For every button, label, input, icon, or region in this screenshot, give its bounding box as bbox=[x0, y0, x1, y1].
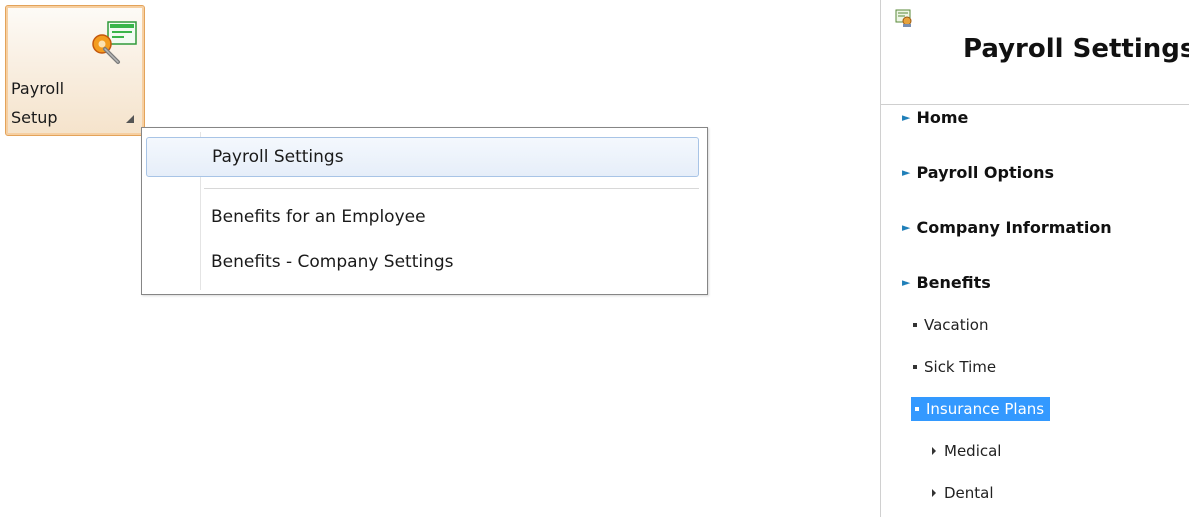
menu-separator bbox=[204, 188, 699, 189]
menu-item-label: Benefits for an Employee bbox=[211, 207, 426, 227]
chevron-right-icon: ► bbox=[902, 221, 911, 234]
nav-item-label: Sick Time bbox=[924, 358, 997, 376]
nav-item-label: Insurance Plans bbox=[926, 400, 1045, 418]
payroll-setup-menu: Payroll Settings Benefits for an Employe… bbox=[141, 127, 708, 295]
nav-item-vacation[interactable]: Vacation bbox=[913, 316, 988, 334]
nav-item-label: Home bbox=[916, 108, 969, 127]
menu-item-payroll-settings[interactable]: Payroll Settings bbox=[146, 137, 699, 177]
payroll-settings-panel: Payroll Settings ► Home ► Payroll Option… bbox=[880, 0, 1189, 517]
payroll-settings-icon bbox=[895, 9, 912, 27]
menu-item-label: Benefits - Company Settings bbox=[211, 252, 454, 272]
nav-item-label: Payroll Options bbox=[916, 163, 1055, 182]
bullet-icon bbox=[915, 407, 919, 411]
menu-item-benefits-company[interactable]: Benefits - Company Settings bbox=[146, 242, 699, 282]
bullet-icon bbox=[913, 365, 917, 369]
nav-item-dental[interactable]: Dental bbox=[932, 484, 994, 502]
nav-item-home[interactable]: ► Home bbox=[902, 108, 968, 127]
ribbon-label-line1: Payroll bbox=[11, 79, 65, 98]
payroll-setup-icon bbox=[92, 21, 137, 64]
nav-item-label: Dental bbox=[944, 484, 994, 502]
dropdown-arrow-icon bbox=[126, 115, 134, 123]
nav-item-insurance-plans[interactable]: Insurance Plans bbox=[911, 397, 1051, 421]
panel-title: Payroll Settings bbox=[963, 34, 1189, 64]
nav-item-sick-time[interactable]: Sick Time bbox=[913, 358, 996, 376]
chevron-right-icon: ► bbox=[902, 166, 911, 179]
triangle-right-icon bbox=[932, 489, 936, 497]
bullet-icon bbox=[913, 323, 917, 327]
chevron-right-icon: ► bbox=[902, 276, 911, 289]
menu-item-benefits-employee[interactable]: Benefits for an Employee bbox=[146, 197, 699, 237]
nav-item-payroll-options[interactable]: ► Payroll Options bbox=[902, 163, 1054, 182]
nav-item-label: Benefits bbox=[916, 273, 991, 292]
nav-item-label: Medical bbox=[944, 442, 1002, 460]
chevron-right-icon: ► bbox=[902, 111, 911, 124]
nav-item-company-information[interactable]: ► Company Information bbox=[902, 218, 1112, 237]
panel-header: Payroll Settings bbox=[881, 0, 1189, 105]
nav-item-benefits[interactable]: ► Benefits bbox=[902, 273, 991, 292]
menu-item-label: Payroll Settings bbox=[212, 147, 344, 167]
triangle-right-icon bbox=[932, 447, 936, 455]
payroll-setup-button[interactable]: Payroll Setup bbox=[5, 5, 145, 136]
nav-item-label: Company Information bbox=[916, 218, 1112, 237]
ribbon-label-line2: Setup bbox=[11, 108, 58, 127]
nav-item-medical[interactable]: Medical bbox=[932, 442, 1001, 460]
nav-item-label: Vacation bbox=[924, 316, 989, 334]
